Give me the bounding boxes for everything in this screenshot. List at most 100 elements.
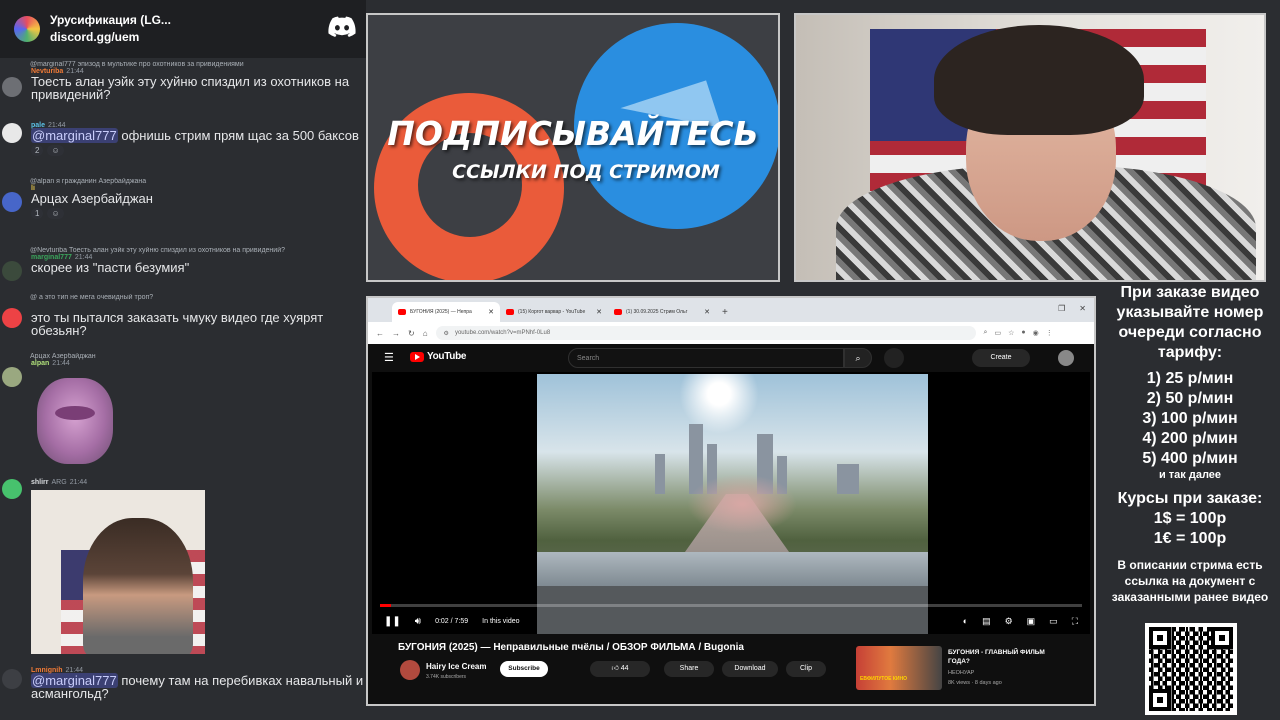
reply-preview[interactable]: @Nevturiba Тоесть алан уэйк эту хуйню сп… [0, 247, 366, 254]
microphone-icon[interactable] [884, 348, 904, 368]
account-avatar[interactable] [1058, 350, 1074, 366]
cast-icon[interactable]: ▭ [994, 329, 1001, 337]
search-icon[interactable]: ⌕ [844, 348, 872, 368]
close-tab-icon[interactable]: ✕ [704, 308, 710, 316]
chapter-button[interactable]: In this video [482, 618, 519, 625]
promo-subline: ССЫЛКИ ПОД СТРИМОМ [452, 161, 720, 183]
reply-preview[interactable]: Арцах Азербайджан [0, 353, 366, 360]
url-input[interactable]: ⚙ youtube.com/watch?v=mPNhf-0Lu8 [435, 326, 976, 340]
autoplay-toggle-icon[interactable]: ◐ [963, 616, 968, 627]
avatar[interactable] [2, 77, 22, 97]
avatar[interactable] [2, 367, 22, 387]
qr-code[interactable] [1145, 623, 1237, 715]
tab-label: БУГОНИЯ (2025) — Непра [410, 309, 472, 315]
profile-icon[interactable]: ◉ [1033, 329, 1039, 337]
video-progress-bar[interactable] [380, 604, 1082, 607]
cast-icon[interactable]: ▭ [1049, 616, 1058, 627]
author-name[interactable]: alpan [31, 360, 49, 367]
chat-message: @alpan я гражданин Азербайджана li Арцах… [0, 178, 366, 219]
tab-strip: БУГОНИЯ (2025) — Непра ✕ (15) Коргот варв… [368, 298, 1094, 322]
webcam-snapshot-image[interactable] [31, 490, 205, 654]
zoom-icon[interactable]: ⌕ [984, 329, 988, 337]
new-tab-button[interactable]: + [722, 307, 728, 318]
message-text: Тоесть алан уэйк эту хуйню спиздил из ох… [31, 74, 350, 102]
more-menu-icon[interactable]: ⋮ [1046, 329, 1053, 337]
subscriber-count: 3.74K subscribers [426, 674, 467, 680]
pricing-info-panel: При заказе видео указывайте номер очеред… [1100, 283, 1280, 720]
clip-button[interactable]: Clip [786, 661, 826, 677]
browser-tab[interactable]: БУГОНИЯ (2025) — Непра ✕ [392, 302, 500, 322]
video-player[interactable]: ❚❚ 🔊︎ 0:02 / 7:59 In this video ◐ ▤ ⚙ ▣ … [372, 372, 1090, 634]
recommended-title[interactable]: БУГОНИЯ - ГЛАВНЫЙ ФИЛЬМ ГОДА? [948, 648, 1068, 666]
recommended-thumbnail[interactable]: ЕВФИЛУТОЕ КИНО [856, 646, 942, 690]
volume-icon[interactable]: 🔊︎ [415, 616, 421, 627]
pause-icon[interactable]: ❚❚ [384, 616, 401, 627]
reaction-emoji[interactable]: ☺ [47, 145, 64, 156]
address-bar: ← → ↻ ⌂ ⚙ youtube.com/watch?v=mPNhf-0Lu8 … [368, 322, 1094, 344]
stream-layout: Урусификация (LG... discord.gg/uem @marg… [0, 0, 1280, 720]
message-text: офнишь стрим прям щас за 500 баксов [117, 128, 359, 143]
reload-icon[interactable]: ↻ [408, 329, 415, 338]
hamburger-menu-icon[interactable]: ☰ [384, 351, 394, 364]
server-name: Урусификация (LG... [50, 13, 171, 27]
video-title: БУГОНИЯ (2025) — Неправильные пчёлы / ОБ… [398, 642, 744, 653]
browser-tab[interactable]: (1) 30.09.2025 Стрим Ольг ✕ [608, 302, 716, 322]
tier-item: 4) 200 р/мин [1142, 430, 1238, 447]
avatar[interactable] [2, 669, 22, 689]
reply-preview[interactable]: @alpan я гражданин Азербайджана [0, 178, 366, 185]
description-note: В описании стрима есть ссылка на докумен… [1111, 558, 1269, 604]
fullscreen-icon[interactable]: ⛶ [1072, 616, 1078, 627]
avatar[interactable] [2, 192, 22, 212]
site-info-icon[interactable]: ⚙ [444, 330, 449, 337]
share-button[interactable]: Share [664, 661, 714, 677]
video-frame[interactable] [537, 374, 928, 634]
message-text: Арцах Азербайджан [31, 191, 153, 206]
server-invite[interactable]: discord.gg/uem [50, 29, 171, 46]
search-placeholder: Search [577, 354, 600, 362]
reaction-emoji[interactable]: ☺ [47, 208, 64, 219]
discord-chat[interactable]: @marginal777 эпизод в мультике про охотн… [0, 58, 366, 720]
close-tab-icon[interactable]: ✕ [488, 308, 494, 316]
back-icon[interactable]: ← [376, 329, 384, 338]
rates-title: Курсы при заказе: [1117, 490, 1263, 507]
browser-tab[interactable]: (15) Коргот варвар - YouTube ✕ [500, 302, 608, 322]
youtube-logo[interactable]: YouTube [410, 351, 467, 362]
download-button[interactable]: Download [722, 661, 778, 677]
tier-item: 3) 100 р/мин [1142, 410, 1238, 427]
thumbnail-caption: ЕВФИЛУТОЕ КИНО [860, 676, 907, 682]
emote-image[interactable] [37, 378, 113, 464]
avatar[interactable] [2, 261, 22, 281]
extension-icon[interactable]: ● [1021, 329, 1025, 337]
reply-preview[interactable]: @marginal777 эпизод в мультике про охотн… [0, 61, 366, 68]
url-text: youtube.com/watch?v=mPNhf-0Lu8 [454, 330, 551, 336]
player-controls: ❚❚ 🔊︎ 0:02 / 7:59 In this video ◐ ▤ ⚙ ▣ … [372, 610, 1090, 632]
reply-preview[interactable]: @ а это тип не мега очевидный троп? [0, 294, 366, 301]
avatar[interactable] [2, 308, 22, 328]
reaction-count[interactable]: 2 [31, 145, 44, 156]
search-input[interactable]: Search [568, 348, 844, 368]
channel-avatar[interactable] [400, 660, 420, 680]
author-name[interactable]: shlirr [31, 479, 49, 486]
miniplayer-icon[interactable]: ▣ [1027, 616, 1036, 627]
subscribe-button[interactable]: Subscribe [500, 661, 548, 677]
like-button[interactable]: 👍︎ 44 [590, 661, 650, 677]
recommended-channel[interactable]: НЕОНУАР [948, 670, 974, 676]
create-button[interactable]: Create [972, 349, 1030, 367]
forward-icon[interactable]: → [392, 329, 400, 338]
avatar[interactable] [2, 123, 22, 143]
user-mention[interactable]: @marginal777 [31, 128, 118, 143]
tier-item: 5) 400 р/мин [1142, 450, 1238, 467]
bookmark-star-icon[interactable]: ☆ [1008, 329, 1014, 337]
channel-name[interactable]: Hairy Ice Cream [426, 662, 486, 671]
captions-icon[interactable]: ▤ [982, 616, 991, 627]
home-icon[interactable]: ⌂ [423, 329, 428, 338]
server-icon [14, 16, 40, 42]
chat-message: Арцах Азербайджан alpan 21:44 [0, 353, 366, 387]
close-tab-icon[interactable]: ✕ [596, 308, 602, 316]
settings-gear-icon[interactable]: ⚙ [1005, 616, 1013, 627]
restore-window-icon[interactable]: ❐ [1058, 304, 1065, 313]
reaction-count[interactable]: 1 [31, 208, 44, 219]
avatar[interactable] [2, 479, 22, 499]
chat-message: @Nevturiba Тоесть алан уэйк эту хуйню сп… [0, 247, 366, 281]
close-window-icon[interactable]: ✕ [1079, 304, 1086, 313]
